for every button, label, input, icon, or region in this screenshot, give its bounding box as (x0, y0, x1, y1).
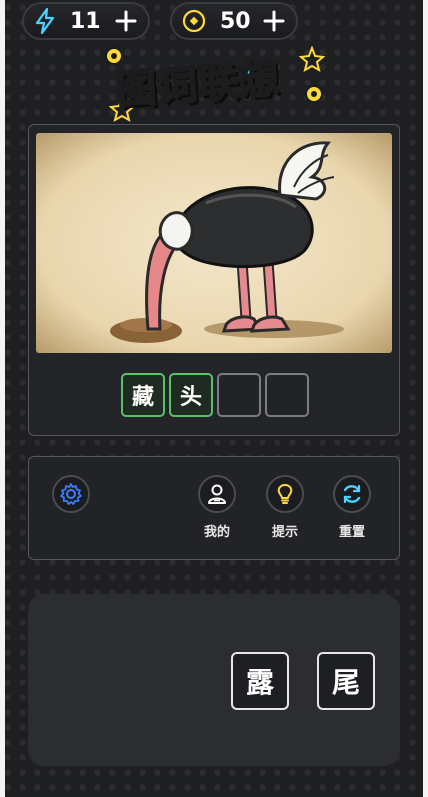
frame-edge-left (0, 0, 5, 797)
title-part-2: 联想 (196, 55, 283, 109)
choice-tile-2[interactable]: 尾 (317, 652, 375, 710)
tools-panel: 我的 提示 重置 (28, 456, 400, 560)
coin-value: 50 (220, 8, 251, 34)
mine-button[interactable]: 我的 (187, 475, 247, 540)
title-part-1: 图词 (114, 61, 201, 115)
settings-button[interactable] (41, 475, 101, 513)
add-coins-button[interactable] (262, 9, 286, 33)
answer-slots: 藏 头 (121, 373, 309, 417)
reset-button[interactable]: 重置 (322, 475, 382, 540)
answer-slot-3[interactable] (217, 373, 261, 417)
hint-label: 提示 (271, 525, 298, 540)
game-title-logo: 图词联想 (102, 46, 332, 128)
character-tray: 露 尾 (28, 594, 400, 766)
energy-value: 11 (70, 8, 101, 34)
puzzle-image (36, 133, 392, 353)
choice-tile-1[interactable]: 露 (231, 652, 289, 710)
reset-label: 重置 (338, 525, 365, 540)
refresh-icon (333, 475, 371, 513)
answer-slot-1[interactable]: 藏 (121, 373, 165, 417)
mine-label: 我的 (203, 525, 230, 540)
frame-edge-right (423, 0, 428, 797)
answer-slot-2[interactable]: 头 (169, 373, 213, 417)
gear-icon (52, 475, 90, 513)
energy-counter: 11 (22, 2, 150, 40)
lightbulb-icon (266, 475, 304, 513)
answer-slot-4[interactable] (265, 373, 309, 417)
ostrich-head-in-sand-icon (36, 133, 392, 353)
hint-button[interactable]: 提示 (255, 475, 315, 540)
puzzle-card: 藏 头 (28, 124, 400, 436)
coin-counter: 50 (170, 2, 298, 40)
coin-icon (182, 8, 206, 34)
user-icon (198, 475, 236, 513)
lightning-icon (34, 8, 56, 34)
add-energy-button[interactable] (114, 9, 138, 33)
